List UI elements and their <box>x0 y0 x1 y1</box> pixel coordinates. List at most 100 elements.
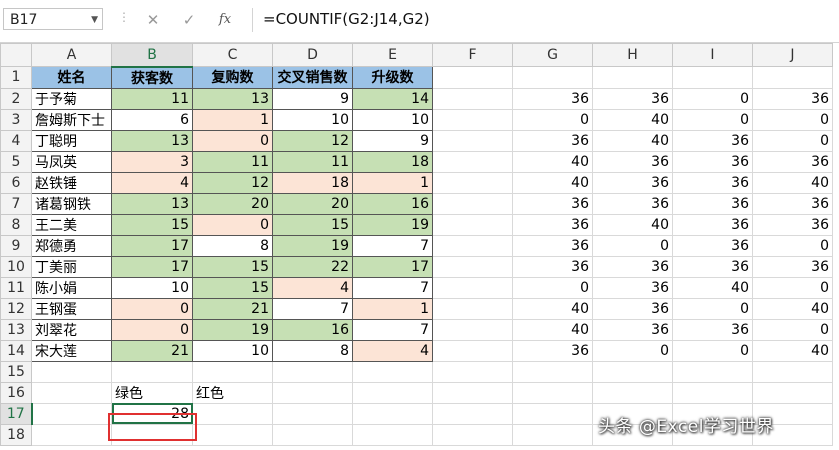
name-cell[interactable]: 丁聪明 <box>31 129 112 152</box>
cell[interactable]: 0 <box>111 297 193 320</box>
column-header[interactable]: G <box>512 43 593 67</box>
name-box[interactable]: B17 ▼ <box>3 8 103 30</box>
cell[interactable] <box>111 423 193 446</box>
row-header[interactable]: 13 <box>0 318 32 341</box>
cell[interactable] <box>432 129 513 152</box>
cell[interactable]: 7 <box>352 318 433 341</box>
label-cell-green[interactable]: 绿色 <box>111 381 193 404</box>
cell[interactable]: 9 <box>272 87 353 110</box>
header-cell[interactable]: 交叉销售数 <box>272 66 353 89</box>
cell[interactable]: 12 <box>192 171 273 194</box>
cell[interactable]: 0 <box>672 297 753 320</box>
cell[interactable] <box>432 297 513 320</box>
cell[interactable] <box>352 402 433 425</box>
cell[interactable]: 6 <box>111 108 193 131</box>
cell[interactable] <box>432 339 513 362</box>
cell[interactable]: 36 <box>512 192 593 215</box>
cell[interactable]: 22 <box>272 255 353 278</box>
cell[interactable]: 36 <box>752 255 833 278</box>
cell[interactable]: 0 <box>672 339 753 362</box>
cell[interactable]: 19 <box>352 213 433 236</box>
cell[interactable] <box>192 360 273 383</box>
cell[interactable] <box>752 381 833 404</box>
cell[interactable] <box>592 360 673 383</box>
name-cell[interactable]: 王二美 <box>31 213 112 236</box>
row-header[interactable]: 3 <box>0 108 32 131</box>
cell[interactable]: 19 <box>192 318 273 341</box>
column-header[interactable]: E <box>352 43 433 67</box>
cell[interactable] <box>432 108 513 131</box>
name-cell[interactable]: 丁美丽 <box>31 255 112 278</box>
cell[interactable]: 0 <box>592 234 673 257</box>
name-cell[interactable]: 詹姆斯下士 <box>31 108 112 131</box>
cell[interactable] <box>432 171 513 194</box>
cell[interactable]: 15 <box>192 276 273 299</box>
formula-input[interactable]: =COUNTIF(G2:J14,G2) <box>252 8 839 32</box>
cell[interactable]: 36 <box>752 213 833 236</box>
cell[interactable] <box>352 423 433 446</box>
cell[interactable]: 9 <box>352 129 433 152</box>
cell[interactable] <box>512 360 593 383</box>
cell[interactable]: 7 <box>352 234 433 257</box>
cell[interactable]: 40 <box>592 129 673 152</box>
row-header[interactable]: 12 <box>0 297 32 320</box>
row-header[interactable]: 4 <box>0 129 32 152</box>
column-header[interactable]: H <box>592 43 673 67</box>
row-header[interactable]: 1 <box>0 66 32 89</box>
column-header[interactable]: F <box>432 43 513 67</box>
cell[interactable]: 7 <box>272 297 353 320</box>
cell[interactable]: 36 <box>512 213 593 236</box>
name-cell[interactable]: 郑德勇 <box>31 234 112 257</box>
cell[interactable] <box>432 192 513 215</box>
cell[interactable]: 36 <box>512 87 593 110</box>
column-header[interactable]: J <box>752 43 833 67</box>
cell[interactable]: 0 <box>512 108 593 131</box>
select-all-corner[interactable] <box>0 43 32 67</box>
cell[interactable]: 8 <box>192 234 273 257</box>
cell[interactable]: 18 <box>352 150 433 173</box>
cell[interactable] <box>31 423 112 446</box>
cell[interactable] <box>272 402 353 425</box>
cell[interactable]: 12 <box>272 129 353 152</box>
cell[interactable] <box>111 360 193 383</box>
cell[interactable]: 0 <box>192 129 273 152</box>
cell[interactable]: 36 <box>592 318 673 341</box>
cell[interactable]: 15 <box>192 255 273 278</box>
cell[interactable]: 20 <box>272 192 353 215</box>
cell[interactable] <box>352 360 433 383</box>
cell[interactable] <box>512 423 593 446</box>
cell[interactable]: 36 <box>592 276 673 299</box>
cell[interactable] <box>272 423 353 446</box>
cell[interactable]: 3 <box>111 150 193 173</box>
cell[interactable] <box>31 402 112 425</box>
cell[interactable] <box>672 360 753 383</box>
cell[interactable]: 0 <box>111 318 193 341</box>
cell[interactable]: 7 <box>352 276 433 299</box>
cell[interactable]: 40 <box>512 171 593 194</box>
cell[interactable]: 36 <box>672 150 753 173</box>
cell[interactable]: 40 <box>592 213 673 236</box>
row-header[interactable]: 7 <box>0 192 32 215</box>
cell[interactable]: 1 <box>192 108 273 131</box>
row-header[interactable]: 9 <box>0 234 32 257</box>
cell[interactable]: 10 <box>352 108 433 131</box>
cell[interactable] <box>432 381 513 404</box>
cell[interactable] <box>432 150 513 173</box>
cell[interactable] <box>432 255 513 278</box>
header-cell[interactable]: 复购数 <box>192 66 273 89</box>
cell[interactable]: 21 <box>111 339 193 362</box>
cell[interactable] <box>592 381 673 404</box>
name-cell[interactable]: 刘翠花 <box>31 318 112 341</box>
cell[interactable] <box>752 66 833 89</box>
row-header[interactable]: 8 <box>0 213 32 236</box>
cell[interactable] <box>432 360 513 383</box>
cell[interactable]: 40 <box>512 297 593 320</box>
cell[interactable] <box>512 66 593 89</box>
cell[interactable] <box>672 66 753 89</box>
cell[interactable]: 0 <box>752 276 833 299</box>
cell[interactable]: 15 <box>111 213 193 236</box>
cell[interactable]: 11 <box>192 150 273 173</box>
name-cell[interactable]: 王钢蛋 <box>31 297 112 320</box>
cell[interactable]: 36 <box>672 234 753 257</box>
cell[interactable]: 36 <box>512 339 593 362</box>
